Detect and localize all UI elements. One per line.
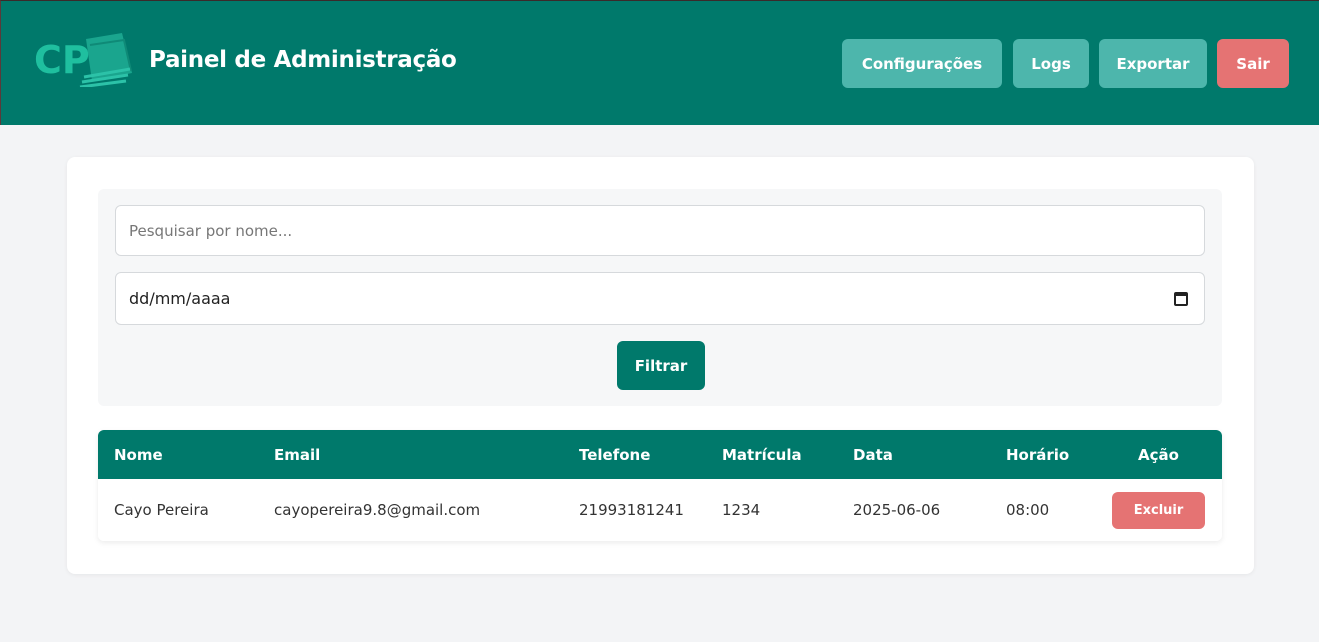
date-placeholder: dd/mm/aaaa <box>129 289 231 308</box>
logout-button[interactable]: Sair <box>1217 39 1289 88</box>
table-header-row: Nome Email Telefone Matrícula Data Horár… <box>98 430 1222 479</box>
logo-icon: CP <box>34 33 132 87</box>
filter-panel: Pesquisar por nome... dd/mm/aaaa Filtrar <box>98 189 1222 406</box>
column-header-email: Email <box>274 445 321 464</box>
settings-button[interactable]: Configurações <box>842 39 1002 88</box>
export-button[interactable]: Exportar <box>1099 39 1207 88</box>
column-header-date: Data <box>853 445 893 464</box>
cell-time: 08:00 <box>1006 501 1050 519</box>
main-card: Pesquisar por nome... dd/mm/aaaa Filtrar… <box>67 157 1254 574</box>
delete-button[interactable]: Excluir <box>1112 491 1205 529</box>
app-header: CP Painel de Administração Configurações… <box>0 0 1319 125</box>
cell-action: Excluir <box>1095 479 1222 541</box>
logs-button[interactable]: Logs <box>1013 39 1089 88</box>
cell-date: 2025-06-06 <box>853 501 941 519</box>
calendar-icon[interactable] <box>1174 291 1188 306</box>
search-placeholder: Pesquisar por nome... <box>129 221 293 240</box>
column-header-time: Horário <box>1006 445 1070 464</box>
registrations-table: Nome Email Telefone Matrícula Data Horár… <box>98 430 1222 541</box>
column-header-action: Ação <box>1138 445 1179 464</box>
logo-text: CP <box>34 38 90 82</box>
date-input[interactable]: dd/mm/aaaa <box>115 272 1205 325</box>
column-header-registration: Matrícula <box>722 445 802 464</box>
cell-phone: 21993181241 <box>579 501 684 519</box>
cell-registration: 1234 <box>722 501 761 519</box>
table-row: Cayo Pereira cayopereira9.8@gmail.com 21… <box>98 479 1222 541</box>
search-input[interactable]: Pesquisar por nome... <box>115 205 1205 256</box>
page-title: Painel de Administração <box>149 47 457 73</box>
column-header-phone: Telefone <box>579 445 651 464</box>
filter-button[interactable]: Filtrar <box>617 341 705 390</box>
cell-name: Cayo Pereira <box>114 501 209 519</box>
column-header-name: Nome <box>114 445 163 464</box>
cell-email: cayopereira9.8@gmail.com <box>274 501 481 519</box>
